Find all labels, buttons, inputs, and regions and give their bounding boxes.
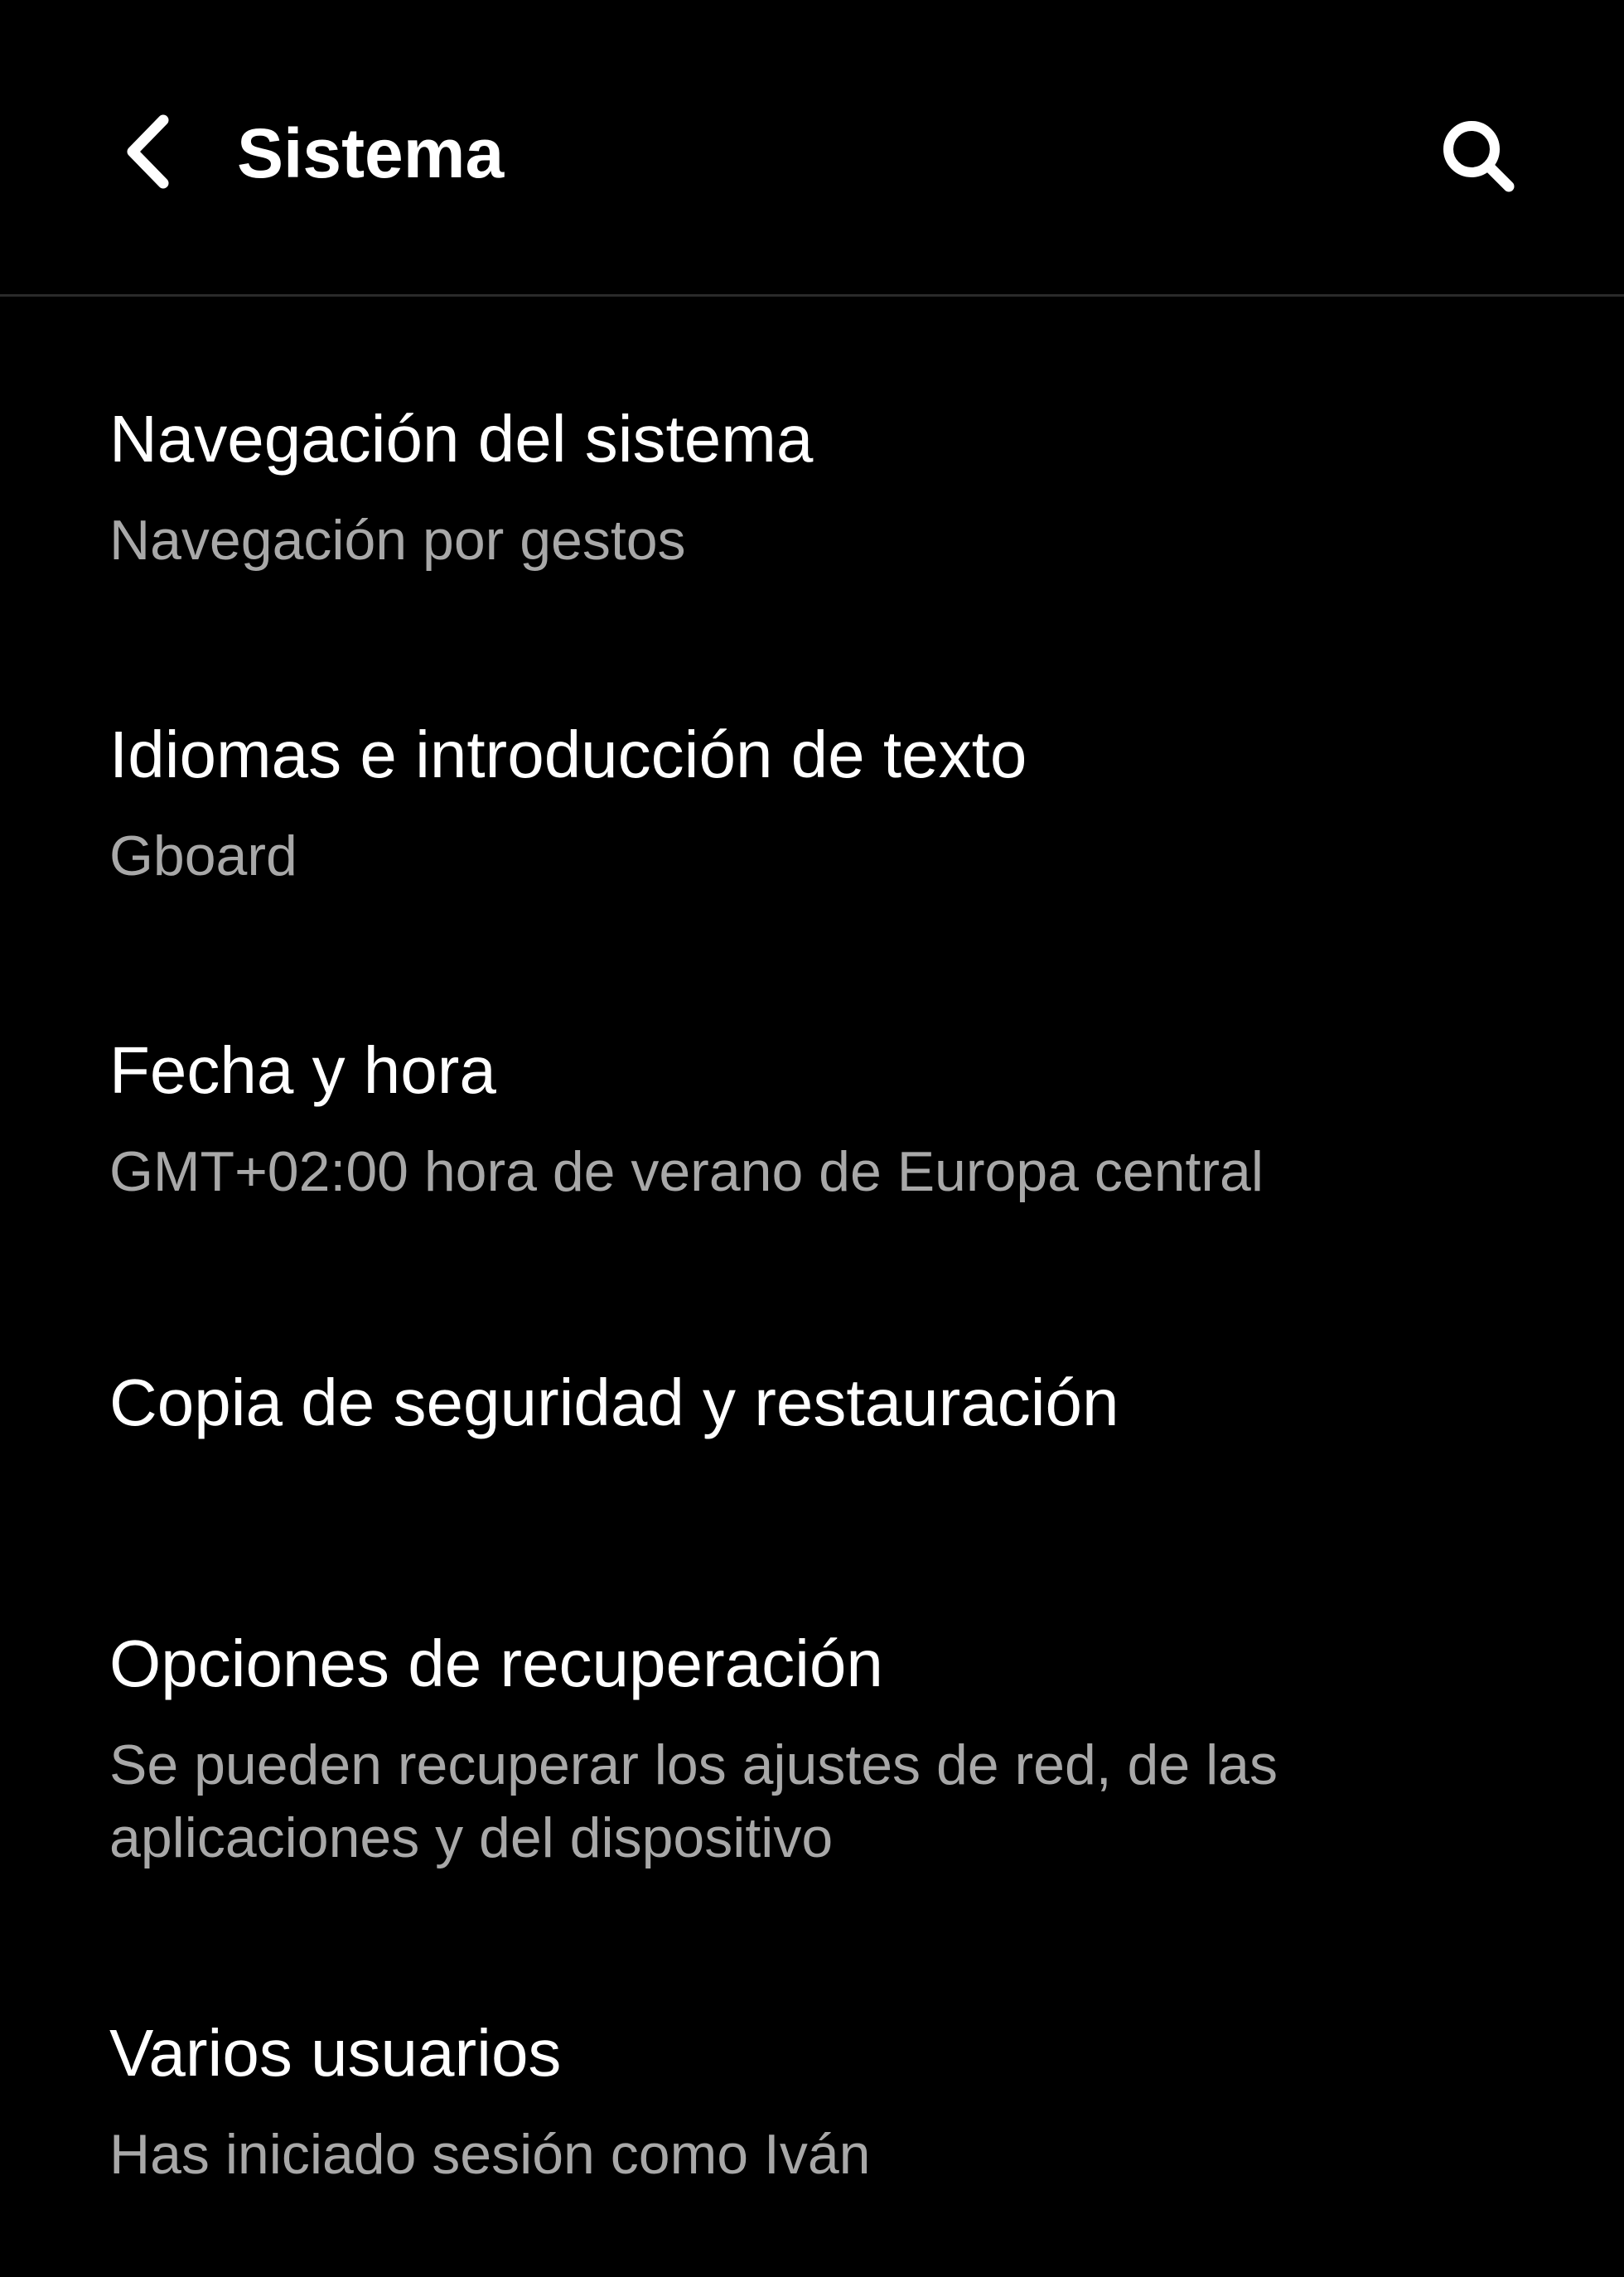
settings-item-recovery-options[interactable]: Opciones de recuperación Se pueden recup… [0, 1622, 1624, 1896]
settings-item-summary: Se pueden recuperar los ajustes de red, … [109, 1733, 1278, 1869]
back-button[interactable] [101, 98, 192, 205]
page-title: Sistema [237, 114, 505, 192]
settings-item-date-time[interactable]: Fecha y hora GMT+02:00 hora de verano de… [0, 1029, 1624, 1236]
settings-item-languages-input[interactable]: Idiomas e introducción de texto Gboard [0, 713, 1624, 921]
app-bar: Sistema [0, 0, 1624, 297]
settings-item-summary: Navegación por gestos [109, 509, 686, 572]
settings-item-title: Opciones de recuperación [109, 1627, 883, 1700]
settings-item-system-navigation[interactable]: Navegación del sistema Navegación por ge… [0, 398, 1624, 605]
settings-item-title: Idiomas e introducción de texto [109, 718, 1027, 791]
chevron-left-icon [127, 114, 169, 189]
settings-item-title: Navegación del sistema [109, 402, 814, 476]
search-icon [1443, 121, 1515, 192]
settings-item-multiple-users[interactable]: Varios usuarios Has iniciado sesión como… [0, 2012, 1624, 2219]
settings-item-summary: Gboard [109, 824, 297, 887]
search-button[interactable] [1423, 101, 1531, 209]
settings-item-backup-restore[interactable]: Copia de seguridad y restauración [0, 1361, 1624, 1469]
settings-item-title: Varios usuarios [109, 2016, 562, 2090]
settings-item-title: Copia de seguridad y restauración [109, 1366, 1119, 1439]
settings-item-summary: GMT+02:00 hora de verano de Europa centr… [109, 1140, 1264, 1203]
settings-item-summary: Has iniciado sesión como Iván [109, 2123, 871, 2186]
settings-item-title: Fecha y hora [109, 1033, 496, 1107]
